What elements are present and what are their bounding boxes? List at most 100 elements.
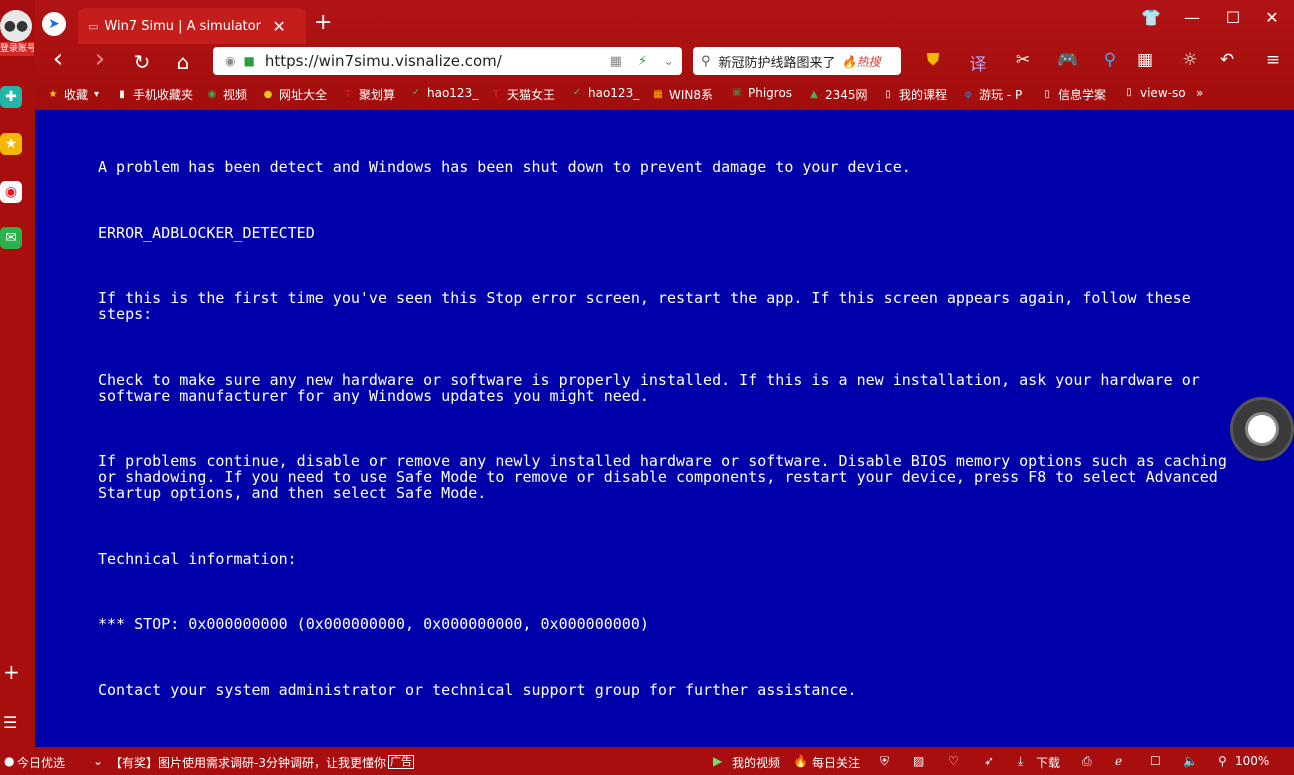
bookmark-favicon-icon: ▦ [653,88,663,100]
bookmark-label: view-so [1140,86,1186,100]
status-bar: ● 今日优选 ⌄ 【有奖】图片使用需求调研-3分钟调研，让我更懂你 广告 ▶ 我… [0,748,1294,775]
bookmark-item[interactable]: T 天猫女王 [489,86,555,103]
left-sidebar: ●● 登录账号 ✚ ★ ◉ ✉ + ☰ [0,0,35,748]
browser-logo-icon[interactable]: ➤ [42,12,66,36]
url-text[interactable]: https://win7simu.visnalize.com/ [265,52,602,70]
floating-assistive-button[interactable] [1230,397,1294,461]
hot-search-badge[interactable]: 🔥热搜 [842,53,881,70]
bookmark-item[interactable]: ▲ 2345网 [807,86,868,103]
bsod-contact: Contact your system administrator or tec… [98,681,857,699]
bookmark-favicon-icon: T [344,88,352,100]
forward-button[interactable]: › [85,44,115,74]
close-window-button[interactable]: ✕ [1257,8,1287,27]
new-tab-button[interactable]: + [314,10,332,35]
home-button[interactable]: ⌂ [168,50,198,74]
screenshot-scissors-icon[interactable]: ✂ [1008,50,1038,70]
translate-icon[interactable]: 译 [963,50,993,75]
bookmark-item[interactable]: ▣ Phigros [730,86,792,100]
menu-hamburger-icon[interactable]: ≡ [1258,50,1288,70]
window-icon[interactable]: ☐ [1150,754,1161,768]
apps-grid-icon[interactable]: ▦ [1130,50,1160,70]
bsod-message: A problem has been detect and Windows ha… [98,158,911,176]
bsod-error-code: ERROR_ADBLOCKER_DETECTED [98,224,315,242]
bookmark-item[interactable]: φ 游玩 - P [961,86,1023,103]
bsod-check-hardware: Check to make sure any new hardware or s… [98,371,1200,405]
bookmark-item[interactable]: ★ 收藏 ▾ [46,86,100,103]
skin-icon[interactable]: 👕 [1136,8,1166,27]
today-pick-icon: ● [4,754,15,768]
bookmark-favicon-icon: φ [964,88,972,100]
bookmark-item[interactable]: ▯ 信息学案 [1040,86,1106,103]
bookmark-favicon-icon: ▯ [885,88,891,100]
bookmark-item[interactable]: ▦ WIN8系 [651,86,713,103]
avatar[interactable]: ●● [0,10,32,42]
image-icon[interactable]: ▨ [913,754,924,768]
bookmark-label: 我的课程 [899,88,948,102]
bsod-tech-info-heading: Technical information: [98,550,297,568]
daily-focus[interactable]: 每日关注 [812,754,860,771]
bookmark-item[interactable]: ▮ 手机收藏夹 [115,86,193,103]
minimize-button[interactable]: — [1177,8,1207,27]
page-content: A problem has been detect and Windows ha… [35,110,1294,747]
bookmark-item[interactable]: ✓ hao123_ [570,86,639,100]
bookmark-label: 收藏 [64,88,89,102]
tab-close-icon[interactable]: ✕ [272,17,285,36]
bookmark-label: » [1196,86,1204,100]
bookmark-label: 信息学案 [1058,88,1107,102]
printer-icon[interactable]: ⎙ [1082,754,1092,769]
site-info-icon[interactable]: ◉ [225,54,235,68]
my-video[interactable]: 我的视频 [732,754,780,771]
news-ticker[interactable]: 【有奖】图片使用需求调研-3分钟调研，让我更懂你 [110,754,386,771]
menu-icon[interactable]: ☰ [3,713,17,732]
bookmark-item[interactable]: ● 网址大全 [261,86,327,103]
qr-code-icon[interactable]: ▦ [610,54,622,69]
account-label[interactable]: 登录账号 [0,42,34,56]
search-box[interactable]: ⚲ 新冠防护线路图来了 🔥热搜 [693,47,901,75]
magnifier-icon[interactable]: ⚲ [1095,50,1125,70]
mail-icon[interactable]: ✉ [0,227,22,249]
reload-button[interactable]: ↻ [127,50,157,74]
tab-favicon-icon: ▭ [88,19,99,33]
favorite-star-icon[interactable]: ★ [0,133,22,155]
volume-icon[interactable]: 🔈 [1183,754,1198,768]
chevron-down-icon[interactable]: ⌄ [93,754,103,768]
download-label[interactable]: 下载 [1036,754,1060,771]
bookmark-label: 视频 [223,88,248,102]
bookmark-item[interactable]: ▯ 我的课程 [881,86,947,103]
speed-icon[interactable]: ⚡ [638,54,647,69]
dropdown-chevron-icon[interactable]: ⌄ [663,54,674,69]
back-button[interactable]: ‹ [43,44,73,74]
bookmark-item[interactable]: ◉ 视频 [205,86,247,103]
bookmark-item[interactable]: T 聚划算 [341,86,395,103]
heart-icon[interactable]: ♡ [948,754,959,768]
bookmark-favicon-icon: ✓ [572,87,582,98]
today-pick[interactable]: 今日优选 [17,754,65,771]
download-icon: ⤓ [1018,754,1024,768]
brightness-icon[interactable]: ☼ [1175,50,1205,70]
undo-icon[interactable]: ↶ [1212,50,1242,70]
search-query[interactable]: 新冠防护线路图来了 [719,52,836,71]
add-icon[interactable]: + [3,660,20,684]
browser-e-icon[interactable]: ℯ [1115,754,1122,768]
bookmark-label: hao123_ [588,86,640,100]
weibo-icon[interactable]: ◉ [0,181,22,203]
bookmark-label: 游玩 - P [979,88,1023,102]
game-controller-icon[interactable]: 🎮 [1053,50,1083,70]
bookmark-favicon-icon: ▲ [810,88,818,100]
bookmark-label: 2345网 [825,88,868,102]
app-plus-icon[interactable]: ✚ [0,86,22,108]
zoom-level[interactable]: 100% [1235,754,1269,768]
bookmark-label: WIN8系 [669,88,714,102]
bookmark-item[interactable]: ✓ hao123_ [409,86,478,100]
search-icon: ⚲ [701,53,711,69]
bookmark-dropdown-icon[interactable]: ▾ [94,89,99,100]
tab-active[interactable]: ▭ Win7 Simu | A simulator of ✕ [78,8,306,44]
rocket-icon[interactable]: ➶ [984,754,994,768]
maximize-button[interactable]: ☐ [1218,8,1248,27]
wallet-shield-icon[interactable]: ⛊ [918,50,948,70]
address-bar[interactable]: ◉ ■ https://win7simu.visnalize.com/ ▦ ⚡ … [213,47,682,75]
bookmark-item[interactable]: ▯ view-so [1122,86,1186,100]
shield-icon[interactable]: ⛨ [880,754,889,769]
assistive-dot-icon [1245,412,1279,446]
bookmarks-more-button[interactable]: » [1196,86,1203,100]
